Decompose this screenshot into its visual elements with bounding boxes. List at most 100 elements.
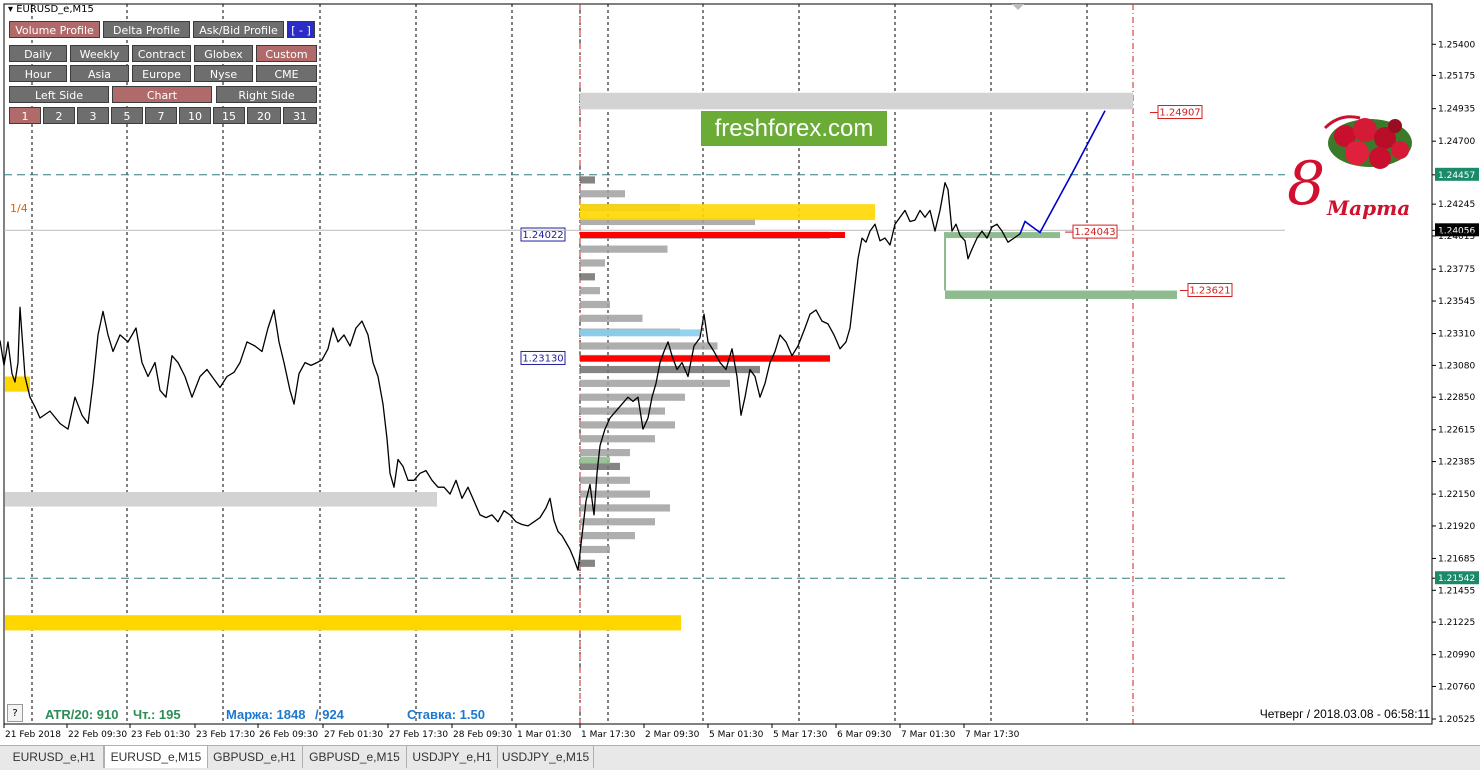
volume-profile-bar	[580, 342, 718, 350]
toolbar-button-weekly[interactable]: Weekly	[70, 45, 129, 62]
y-tick-label: 1.20760	[1438, 682, 1475, 692]
grey-zone	[580, 92, 1133, 110]
toolbar-button-asia[interactable]: Asia	[70, 65, 129, 82]
volume-profile-bar	[580, 476, 630, 484]
volume-profile-bar	[580, 559, 595, 567]
volume-profile-bar	[580, 176, 595, 184]
x-tick-label: 22 Feb 09:30	[68, 730, 127, 740]
toolbar-button-3[interactable]: 3	[77, 107, 109, 124]
y-tick-label: 1.23775	[1438, 265, 1475, 275]
y-tick-label: 1.21685	[1438, 554, 1475, 564]
volume-profile-bar	[580, 421, 675, 429]
toolbar-button-5[interactable]: 5	[111, 107, 143, 124]
margin-secondary-readout: / 924	[315, 707, 344, 722]
green-profile-zone	[580, 456, 610, 464]
x-tick-label: 27 Feb 17:30	[389, 730, 448, 740]
volume-profile-bar	[580, 259, 605, 267]
toolbar-button-[interactable]: [ - ]	[287, 21, 315, 38]
toolbar-button-volume-profile[interactable]: Volume Profile	[9, 21, 100, 38]
x-tick-label: 5 Mar 17:30	[773, 730, 828, 740]
volume-profile-bar	[580, 393, 685, 401]
y-tick-label: 1.22385	[1438, 458, 1475, 468]
tab-usdjpy-e-m15[interactable]: USDJPY_e,M15	[498, 746, 594, 768]
toolbar-button-2[interactable]: 2	[43, 107, 75, 124]
toolbar-button-delta-profile[interactable]: Delta Profile	[103, 21, 190, 38]
toolbar-button-7[interactable]: 7	[145, 107, 177, 124]
y-tick-label: 1.23545	[1438, 297, 1475, 307]
collapse-arrow-icon[interactable]: ▾	[8, 4, 13, 15]
atr-readout: ATR/20: 910	[45, 707, 119, 722]
toolbar-button-hour[interactable]: Hour	[9, 65, 67, 82]
toolbar-button-globex[interactable]: Globex	[194, 45, 253, 62]
volume-profile-bar	[580, 435, 655, 443]
tab-eurusd-e-m15[interactable]: EURUSD_e,M15	[104, 746, 208, 768]
toolbar-button-31[interactable]: 31	[283, 107, 317, 124]
volume-profile-bar	[580, 245, 668, 253]
tab-usdjpy-e-h1[interactable]: USDJPY_e,H1	[407, 746, 498, 768]
y-tick-label: 1.21920	[1438, 522, 1475, 532]
x-tick-label: 1 Mar 01:30	[517, 730, 572, 740]
greeting-number: 8	[1287, 149, 1326, 219]
greeting-graphic: 8 Марта	[1285, 98, 1430, 223]
greeting-word: Марта	[1327, 196, 1411, 220]
y-tick-label: 1.22150	[1438, 490, 1475, 500]
window-title: ▾ EURUSD_e,M15	[8, 4, 94, 15]
x-tick-label: 23 Feb 17:30	[196, 730, 255, 740]
volume-profile-bar	[580, 518, 655, 526]
grey-zone	[5, 492, 437, 507]
poc-line	[580, 232, 845, 239]
tab-eurusd-e-h1[interactable]: EURUSD_e,H1	[5, 746, 104, 768]
y-tick-label: 1.24015	[1438, 232, 1475, 242]
price-marker-label: 1.24457	[1438, 171, 1475, 181]
x-tick-label: 28 Feb 09:30	[453, 730, 512, 740]
x-tick-label: 7 Mar 17:30	[965, 730, 1020, 740]
tab-gbpusd-e-m15[interactable]: GBPUSD_e,M15	[303, 746, 407, 768]
toolbar-button-20[interactable]: 20	[247, 107, 281, 124]
y-tick-label: 1.21455	[1438, 586, 1475, 596]
volume-profile-bar	[580, 190, 625, 198]
poc-label: 1.23130	[522, 353, 563, 364]
toolbar-button-10[interactable]: 10	[179, 107, 211, 124]
y-tick-label: 1.24245	[1438, 200, 1475, 210]
margin-readout: Маржа: 1848	[226, 707, 306, 722]
lightblue-profile-zone	[580, 329, 700, 337]
x-tick-label: 21 Feb 2018	[5, 730, 61, 740]
volume-profile-bar	[580, 462, 620, 471]
chart-tabs: EURUSD_e,H1 EURUSD_e,M15 GBPUSD_e,H1 GBPUSD…	[0, 745, 1480, 770]
y-tick-label: 1.22850	[1438, 393, 1475, 403]
server-clock: Четверг / 2018.03.08 - 06:58:11	[1259, 707, 1430, 721]
volume-profile-bar	[580, 407, 665, 415]
x-tick-label: 23 Feb 01:30	[131, 730, 190, 740]
toolbar-button-nyse[interactable]: Nyse	[194, 65, 253, 82]
toolbar-button-europe[interactable]: Europe	[132, 65, 191, 82]
yellow-zone	[5, 615, 681, 631]
y-tick-label: 1.25400	[1438, 40, 1475, 50]
volume-profile-bar	[580, 287, 600, 295]
volume-profile-bar	[580, 300, 610, 309]
toolbar-button-1[interactable]: 1	[9, 107, 41, 124]
level-label: 1.24043	[1074, 227, 1115, 238]
toolbar-button-right-side[interactable]: Right Side	[216, 86, 317, 103]
y-tick-label: 1.24700	[1438, 137, 1475, 147]
level-label: 1.23621	[1189, 286, 1230, 297]
toolbar-button-15[interactable]: 15	[213, 107, 245, 124]
volume-profile-bar	[580, 545, 610, 554]
x-tick-label: 5 Mar 01:30	[709, 730, 764, 740]
toolbar-button-daily[interactable]: Daily	[9, 45, 67, 62]
tab-gbpusd-e-h1[interactable]: GBPUSD_e,H1	[207, 746, 303, 768]
toolbar-button-left-side[interactable]: Left Side	[9, 86, 109, 103]
y-tick-label: 1.21225	[1438, 618, 1475, 628]
toolbar-button-cme[interactable]: CME	[256, 65, 317, 82]
volume-profile-bar	[580, 365, 760, 374]
y-tick-label: 1.20990	[1438, 651, 1475, 661]
window-title-text: EURUSD_e,M15	[16, 4, 94, 15]
toolbar-button-custom[interactable]: Custom	[256, 45, 317, 62]
x-tick-label: 2 Mar 09:30	[645, 730, 700, 740]
toolbar-button-ask-bid-profile[interactable]: Ask/Bid Profile	[193, 21, 284, 38]
toolbar-button-chart[interactable]: Chart	[112, 86, 212, 103]
volume-profile-bar	[580, 273, 595, 281]
poc-line	[580, 355, 830, 362]
help-button[interactable]: ?	[7, 704, 23, 722]
freshforex-logo: freshforex.com	[701, 111, 887, 146]
toolbar-button-contract[interactable]: Contract	[132, 45, 191, 62]
